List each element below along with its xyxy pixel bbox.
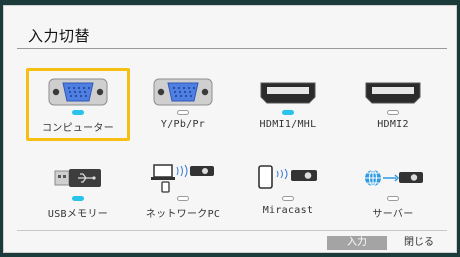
hdmi-port-icon xyxy=(365,82,421,104)
input-tile-server[interactable]: サーバー xyxy=(341,154,445,227)
vga-port-icon xyxy=(153,78,213,106)
title-divider xyxy=(17,48,447,49)
active-indicator xyxy=(72,196,84,201)
miracast-icon xyxy=(258,165,317,189)
input-label: コンピューター xyxy=(41,123,115,134)
input-tile-hdmi2[interactable]: HDMI2 xyxy=(341,68,445,141)
active-indicator xyxy=(282,110,294,115)
network-pc-icon xyxy=(151,164,214,193)
server-icon xyxy=(365,169,423,187)
input-tile-miracast[interactable]: Miracast xyxy=(236,154,340,227)
inactive-indicator xyxy=(177,196,189,201)
input-label: Miracast xyxy=(262,205,314,216)
hdmi-port-icon xyxy=(260,82,316,104)
inactive-indicator xyxy=(387,110,399,115)
input-switch-dialog: 入力切替 コンピューター Y/Pb/Pr HDMI1/MHL HDMI2 USB… xyxy=(3,5,457,253)
input-button[interactable]: 入力 xyxy=(327,236,387,250)
input-label: HDMI1/MHL xyxy=(259,119,317,130)
dialog-title: 入力切替 xyxy=(28,27,91,45)
input-label: Y/Pb/Pr xyxy=(160,119,206,130)
inactive-indicator xyxy=(282,196,294,201)
input-label: ネットワークPC xyxy=(145,209,221,220)
input-tile-ypbpr[interactable]: Y/Pb/Pr xyxy=(131,68,235,141)
inactive-indicator xyxy=(177,110,189,115)
close-button[interactable]: 閉じる xyxy=(399,236,439,250)
input-tile-usb-memory[interactable]: USBメモリー xyxy=(26,154,130,227)
footer-divider xyxy=(17,230,447,231)
vga-port-icon xyxy=(48,78,108,106)
input-tile-network-pc[interactable]: ネットワークPC xyxy=(131,154,235,227)
input-tile-hdmi1[interactable]: HDMI1/MHL xyxy=(236,68,340,141)
input-tile-computer[interactable]: コンピューター xyxy=(26,68,130,141)
usb-stick-icon xyxy=(54,169,101,187)
input-label: HDMI2 xyxy=(377,119,409,130)
inactive-indicator xyxy=(387,196,399,201)
input-label: USBメモリー xyxy=(47,209,109,220)
active-indicator xyxy=(72,110,84,115)
input-label: サーバー xyxy=(372,209,414,220)
